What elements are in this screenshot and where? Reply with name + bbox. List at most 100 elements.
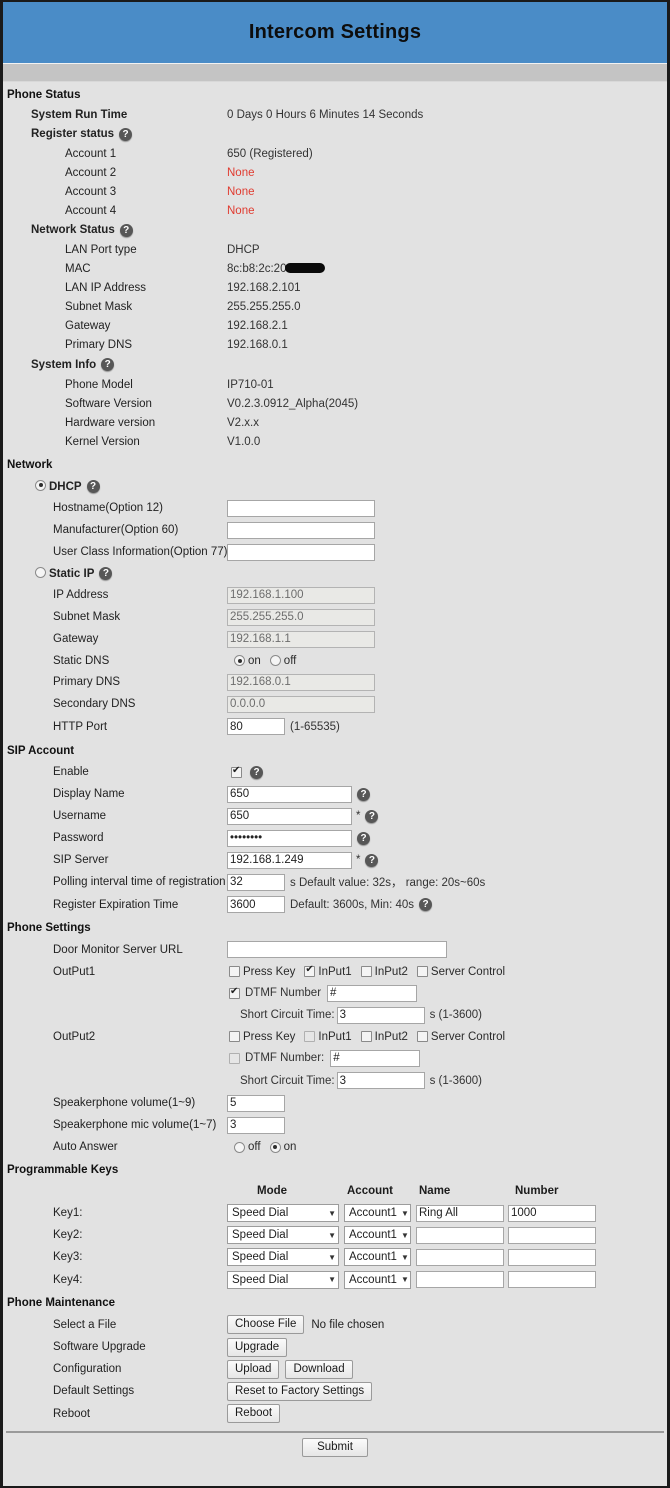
help-icon-register-expiration[interactable]: ? xyxy=(419,898,433,911)
reboot-button[interactable]: Reboot xyxy=(227,1404,281,1423)
subnet-mask-input[interactable] xyxy=(227,608,375,626)
register-expiration-input[interactable] xyxy=(227,896,285,913)
output2-press-key-checkbox[interactable] xyxy=(229,1031,240,1042)
output1-server-control-checkbox[interactable] xyxy=(416,966,428,977)
door-monitor-url-input[interactable] xyxy=(227,941,447,958)
key3-mode-select[interactable]: Speed Dial ▼ xyxy=(227,1248,339,1266)
display-name-label: Display Name xyxy=(53,788,125,800)
ip-address-input[interactable] xyxy=(227,586,375,604)
output2-input2-option[interactable]: InPut2 xyxy=(360,1031,408,1043)
file-picker[interactable]: Choose File No file chosen xyxy=(227,1315,384,1334)
subnet-mask-status-value: 255.255.255.0 xyxy=(227,300,301,313)
key4-mode-select[interactable]: Speed Dial ▼ xyxy=(227,1270,339,1289)
upgrade-button[interactable]: Upgrade xyxy=(227,1337,288,1357)
http-port-input[interactable] xyxy=(227,718,285,735)
help-icon-sip-server[interactable]: ? xyxy=(365,853,379,867)
download-button[interactable]: Download xyxy=(285,1359,353,1379)
key2-mode-select[interactable]: Speed Dial ▼ xyxy=(227,1226,339,1244)
key3-name-input[interactable] xyxy=(416,1248,504,1266)
primary-dns-input[interactable] xyxy=(227,673,375,691)
output2-short-circuit-input[interactable] xyxy=(336,1072,425,1089)
dhcp-radio[interactable] xyxy=(35,479,46,491)
help-icon-dhcp[interactable]: ? xyxy=(86,479,100,493)
output2-dtmf-checkbox[interactable] xyxy=(229,1052,240,1064)
chevron-down-icon: ▼ xyxy=(328,1208,336,1218)
sip-server-input[interactable] xyxy=(227,851,352,869)
static-dns-on-option[interactable]: on xyxy=(234,655,261,667)
choose-file-button[interactable]: Choose File xyxy=(227,1315,305,1334)
speakerphone-volume-input[interactable] xyxy=(227,1094,285,1112)
help-icon-password[interactable]: ? xyxy=(357,831,370,845)
key1-label: Key1: xyxy=(53,1207,83,1219)
hostname-input[interactable] xyxy=(227,499,375,517)
reset-to-factory-settings-button[interactable]: Reset to Factory Settings xyxy=(227,1381,373,1401)
secondary-dns-input[interactable] xyxy=(227,695,375,713)
help-icon-network-status[interactable]: ? xyxy=(119,223,133,237)
username-input[interactable] xyxy=(227,807,352,825)
key4-number-input[interactable] xyxy=(508,1271,596,1288)
select-a-file-controls: Choose File No file chosen xyxy=(227,1315,384,1334)
speakerphone-volume-label: Speakerphone volume(1~9) xyxy=(53,1097,196,1109)
auto-answer-off-option[interactable]: off xyxy=(234,1141,261,1153)
auto-answer-off-radio[interactable] xyxy=(234,1141,245,1153)
sip-server-required-mark: * xyxy=(356,854,361,866)
key1-account-select[interactable]: Account1 ▼ xyxy=(344,1204,411,1222)
mac-value-wrap: 8c:b8:2c:20 xyxy=(227,262,326,275)
output2-input1-option[interactable]: InPut1 xyxy=(304,1031,352,1043)
output2-input1-checkbox[interactable] xyxy=(304,1031,316,1042)
static-dns-on-radio[interactable] xyxy=(234,655,245,666)
row-gateway-status: Gateway 192.168.2.1 xyxy=(3,316,667,335)
auto-answer-on-radio[interactable] xyxy=(269,1141,281,1153)
sip-enable-checkbox[interactable] xyxy=(231,765,242,778)
output1-press-key-checkbox[interactable] xyxy=(229,966,240,977)
help-icon-system-info[interactable]: ? xyxy=(101,358,115,371)
output1-server-control-option[interactable]: Server Control xyxy=(416,966,505,978)
upload-button[interactable]: Upload xyxy=(227,1359,280,1379)
gateway-input[interactable] xyxy=(227,630,375,648)
static-ip-radio[interactable] xyxy=(35,567,46,578)
output2-press-key-option[interactable]: Press Key xyxy=(229,1031,295,1043)
output1-dtmf-checkbox[interactable] xyxy=(229,986,240,999)
key3-mode-value: Speed Dial xyxy=(232,1251,289,1263)
output1-input1-option[interactable]: InPut1 xyxy=(304,964,352,978)
mic-volume-input[interactable] xyxy=(227,1116,285,1134)
key1-number-input[interactable] xyxy=(508,1204,596,1222)
key2-account-select[interactable]: Account1 ▼ xyxy=(344,1226,411,1244)
key3-account-select[interactable]: Account1 ▼ xyxy=(344,1248,411,1266)
output1-input1-checkbox[interactable] xyxy=(304,964,316,977)
password-input[interactable] xyxy=(227,829,352,847)
static-dns-off-radio[interactable] xyxy=(269,655,281,666)
output2-server-control-option[interactable]: Server Control xyxy=(416,1031,505,1043)
account-4-value: None xyxy=(227,204,255,217)
manufacturer-input[interactable] xyxy=(227,521,375,539)
polling-interval-input[interactable] xyxy=(227,873,285,891)
help-icon-username[interactable]: ? xyxy=(365,809,379,823)
static-dns-off-option[interactable]: off xyxy=(269,655,296,667)
output1-press-key-option[interactable]: Press Key xyxy=(229,966,295,978)
key3-number-input[interactable] xyxy=(508,1248,596,1266)
help-icon-static-ip[interactable]: ? xyxy=(99,567,113,580)
key4-account-select[interactable]: Account1 ▼ xyxy=(344,1270,411,1289)
output1-short-circuit-input[interactable] xyxy=(336,1006,425,1024)
submit-button[interactable]: Submit xyxy=(302,1438,368,1457)
key4-name-input[interactable] xyxy=(416,1271,504,1288)
output2-input2-checkbox[interactable] xyxy=(360,1031,372,1042)
auto-answer-on-option[interactable]: on xyxy=(269,1141,296,1153)
dhcp-radio-wrap[interactable]: DHCP xyxy=(35,479,82,493)
key1-name-input[interactable] xyxy=(416,1204,504,1222)
help-icon-sip-enable[interactable]: ? xyxy=(250,765,263,779)
output1-input2-option[interactable]: InPut2 xyxy=(360,966,408,978)
key2-name-input[interactable] xyxy=(416,1226,504,1244)
help-icon-register-status[interactable]: ? xyxy=(119,127,133,141)
output2-server-control-checkbox[interactable] xyxy=(416,1031,428,1042)
output2-dtmf-input[interactable] xyxy=(330,1049,421,1067)
output1-input2-checkbox[interactable] xyxy=(360,966,372,977)
display-name-input[interactable] xyxy=(227,785,352,803)
key1-mode-select[interactable]: Speed Dial ▼ xyxy=(227,1204,339,1222)
key2-account-value: Account1 xyxy=(349,1229,397,1241)
output1-dtmf-input[interactable] xyxy=(327,984,418,1002)
user-class-information-input[interactable] xyxy=(227,543,375,561)
key2-number-input[interactable] xyxy=(508,1226,596,1244)
help-icon-display-name[interactable]: ? xyxy=(357,787,370,801)
static-ip-radio-wrap[interactable]: Static IP xyxy=(35,567,94,580)
